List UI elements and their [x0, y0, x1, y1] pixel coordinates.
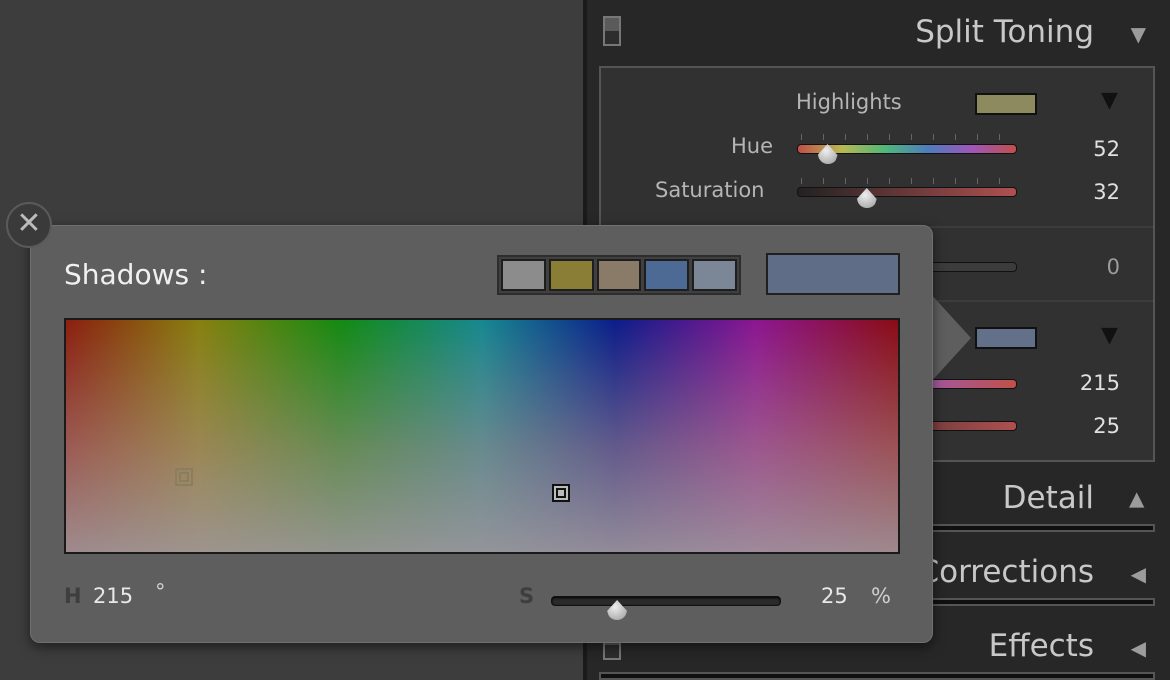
picker-title: Shadows : [64, 258, 208, 291]
shadows-dropdown-icon[interactable]: ▼ [1101, 323, 1118, 348]
expand-arrow-icon[interactable]: ◀ [1131, 562, 1146, 586]
detail-title: Detail [1002, 480, 1094, 516]
split-toning-header[interactable]: Split Toning ▼ [587, 0, 1170, 64]
saturation-value[interactable]: 25 [821, 584, 848, 608]
highlight-color-marker[interactable] [175, 468, 193, 486]
current-color-swatch [766, 253, 900, 295]
hue-label: H [64, 584, 82, 608]
percent-unit: % [871, 584, 891, 608]
highlights-dropdown-icon[interactable]: ▼ [1101, 88, 1118, 113]
highlights-color-swatch[interactable] [975, 93, 1037, 115]
color-presets [497, 255, 741, 295]
split-toning-title: Split Toning [915, 14, 1094, 50]
degree-unit: ° [155, 580, 166, 604]
shadows-color-picker: Shadows : H 215 ° S 25 % [30, 225, 933, 643]
hue-value[interactable]: 215 [93, 584, 133, 608]
saturation-slider-track[interactable] [797, 187, 1017, 197]
shadow-saturation-value[interactable]: 25 [1060, 414, 1120, 438]
preset-swatch[interactable] [644, 259, 690, 291]
saturation-label: Saturation [655, 178, 765, 202]
hue-label: Hue [731, 134, 774, 158]
close-icon[interactable]: ✕ [6, 202, 52, 248]
preset-swatch[interactable] [501, 259, 546, 291]
collapse-arrow-icon[interactable]: ▼ [1131, 22, 1146, 46]
preset-swatch[interactable] [692, 259, 737, 291]
saturation-value[interactable]: 32 [1060, 180, 1120, 204]
preset-swatch[interactable] [596, 259, 642, 291]
highlights-label: Highlights [796, 90, 902, 114]
popup-pointer [929, 292, 971, 384]
split-toning-toggle[interactable] [603, 16, 621, 46]
section-edge [599, 672, 1155, 680]
effects-title: Effects [988, 628, 1094, 664]
saturation-ticks [801, 178, 1019, 184]
shadow-color-marker[interactable] [552, 484, 570, 502]
shadows-color-swatch[interactable] [975, 327, 1037, 349]
balance-value[interactable]: 0 [1060, 255, 1120, 279]
expand-arrow-icon[interactable]: ◀ [1131, 636, 1146, 660]
preset-swatch[interactable] [548, 259, 594, 291]
hue-value[interactable]: 52 [1060, 137, 1120, 161]
saturation-label: S [519, 584, 535, 608]
saturation-slider-track[interactable] [551, 596, 781, 606]
hue-ticks [801, 134, 1019, 140]
expand-arrow-icon[interactable]: ◀ [1126, 492, 1150, 507]
hue-saturation-field[interactable] [64, 318, 900, 554]
shadow-hue-value[interactable]: 215 [1060, 371, 1120, 395]
